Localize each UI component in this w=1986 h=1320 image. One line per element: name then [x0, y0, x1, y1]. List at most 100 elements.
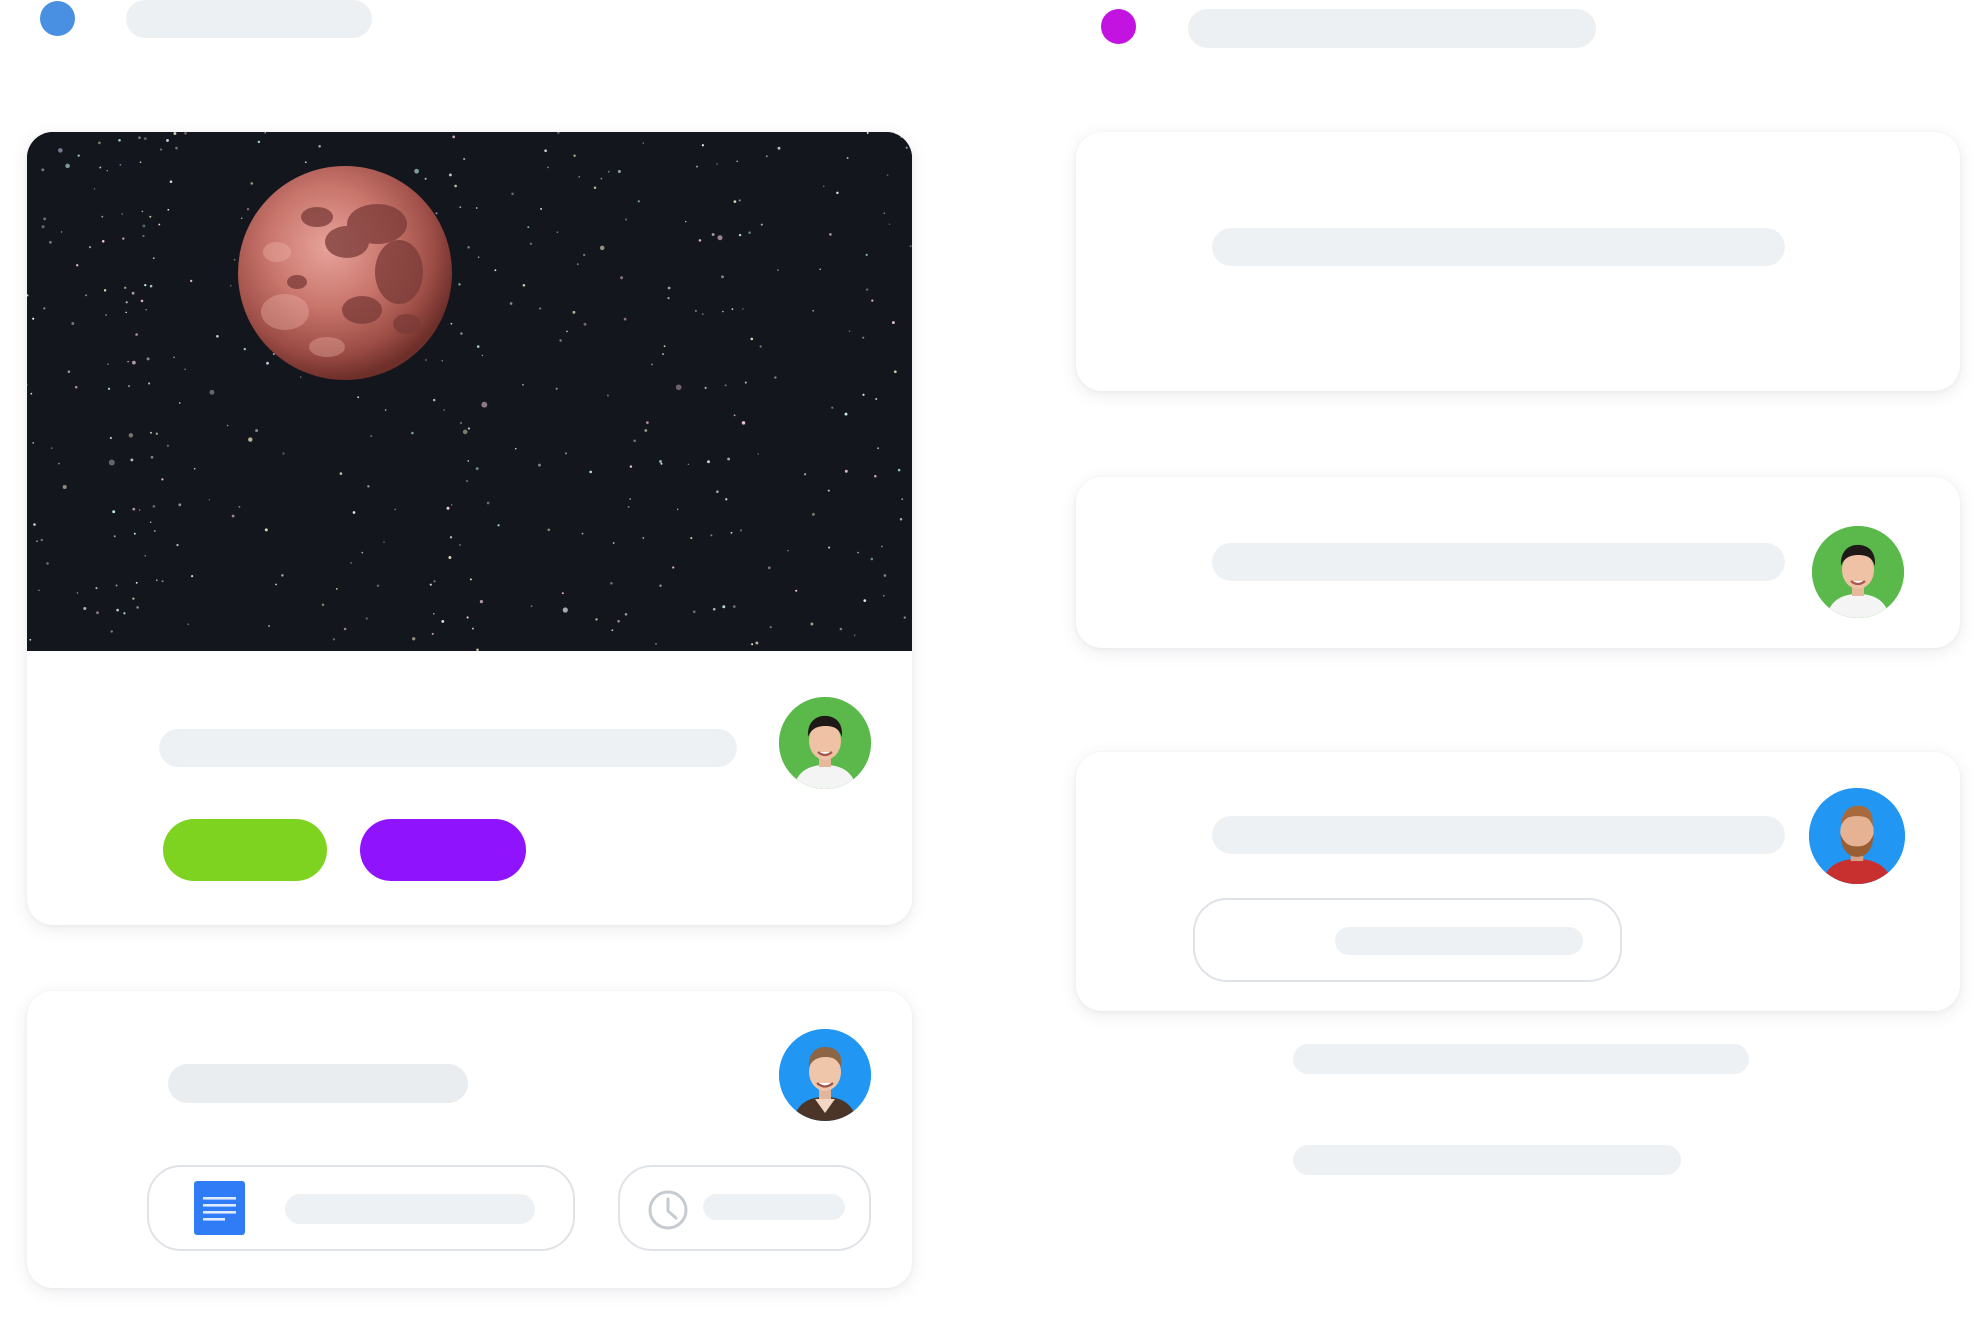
star [844, 469, 848, 473]
star [578, 176, 580, 178]
star [166, 138, 169, 142]
star [101, 240, 105, 243]
star [704, 386, 707, 390]
star [67, 370, 71, 374]
star [166, 444, 170, 447]
star [544, 149, 547, 153]
star [716, 490, 719, 493]
document-card[interactable] [27, 991, 912, 1288]
star [828, 546, 831, 549]
star [467, 460, 470, 462]
star [829, 233, 832, 236]
star [145, 308, 147, 311]
due-date-chip[interactable] [618, 1165, 871, 1251]
star [760, 223, 763, 226]
star [132, 360, 136, 365]
star [458, 543, 462, 547]
star [644, 429, 648, 432]
star [74, 385, 78, 389]
star [226, 424, 229, 427]
star [142, 224, 146, 228]
star [899, 518, 903, 521]
person-icon [779, 1029, 871, 1121]
star [40, 538, 44, 542]
star [441, 359, 444, 362]
star [617, 619, 620, 623]
star [376, 584, 380, 588]
bearded-man-avatar-blue[interactable] [1809, 788, 1905, 884]
star [659, 460, 662, 463]
column-right-title-placeholder [1188, 9, 1596, 48]
star [352, 511, 356, 514]
star [127, 385, 131, 388]
right-card-2-title-placeholder [1212, 543, 1785, 581]
star [475, 207, 478, 209]
star [466, 616, 469, 619]
star [176, 543, 179, 547]
star [343, 627, 347, 631]
star [612, 542, 615, 544]
tag-green[interactable] [163, 819, 327, 881]
star [599, 245, 605, 251]
star [450, 322, 453, 325]
star [903, 616, 906, 619]
star [547, 166, 549, 169]
star [540, 207, 543, 210]
star [33, 523, 36, 526]
star [264, 528, 268, 532]
star [357, 396, 360, 399]
star [448, 173, 452, 177]
star [469, 578, 472, 581]
star [321, 603, 325, 607]
star [161, 580, 164, 583]
star [738, 199, 741, 202]
star [383, 541, 385, 543]
star [231, 514, 235, 518]
man-avatar-green[interactable] [779, 697, 871, 789]
hero-card[interactable] [27, 132, 912, 925]
star [871, 299, 874, 302]
star [248, 437, 253, 442]
right-card-1[interactable] [1076, 132, 1960, 391]
man-avatar-green[interactable] [1812, 526, 1904, 618]
star [144, 555, 146, 557]
right-card-3[interactable] [1076, 752, 1960, 1011]
star [722, 605, 726, 609]
star [193, 467, 196, 470]
right-card-3-action-button[interactable] [1193, 898, 1622, 982]
star [624, 218, 628, 221]
star [733, 605, 736, 608]
star [425, 359, 427, 361]
star [304, 161, 307, 164]
tag-purple[interactable] [360, 819, 526, 881]
star [515, 448, 517, 450]
star [121, 213, 124, 215]
star [250, 182, 254, 185]
star [133, 532, 136, 535]
star [132, 597, 135, 600]
star [479, 599, 484, 604]
star [642, 536, 645, 539]
star [140, 299, 144, 303]
star [555, 387, 558, 390]
star [900, 135, 903, 138]
star [412, 637, 416, 641]
star [909, 245, 912, 248]
person-icon [1809, 788, 1905, 884]
document-attachment-chip[interactable] [147, 1165, 575, 1251]
star [882, 594, 885, 597]
star [95, 587, 98, 590]
star [46, 562, 49, 565]
star [99, 166, 102, 169]
star [637, 200, 640, 203]
man-avatar-blue[interactable] [779, 1029, 871, 1121]
star [275, 583, 277, 586]
star [110, 630, 113, 633]
star [463, 157, 466, 161]
star [138, 509, 141, 511]
due-date-placeholder [703, 1194, 845, 1220]
star [229, 284, 232, 287]
star [122, 237, 125, 240]
right-card-2[interactable] [1076, 477, 1960, 648]
star [822, 185, 825, 188]
